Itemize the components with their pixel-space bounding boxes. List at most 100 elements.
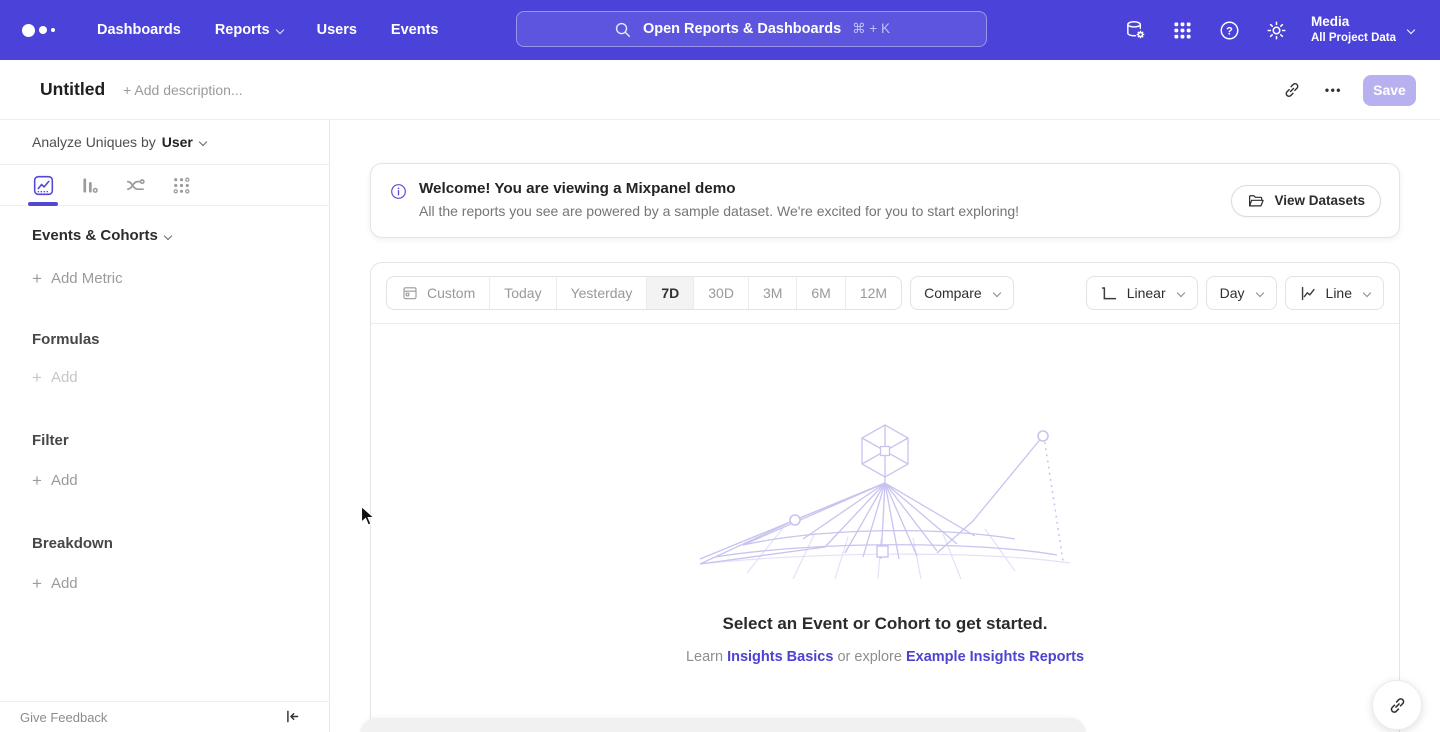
data-management-icon[interactable] (1124, 18, 1148, 42)
plus-icon: + (32, 272, 42, 286)
link-icon (1282, 80, 1302, 100)
more-options-button[interactable]: ••• (1325, 83, 1342, 97)
chevron-down-icon (164, 231, 172, 239)
date-range-custom[interactable]: Custom (387, 277, 489, 309)
save-button[interactable]: Save (1363, 75, 1416, 106)
example-reports-link[interactable]: Example Insights Reports (906, 649, 1084, 665)
add-metric-button[interactable]: + Add Metric (0, 270, 329, 287)
top-nav-right: ? Media All Project Data (1101, 0, 1440, 60)
breakdown-heading: Breakdown (0, 535, 329, 552)
project-name: Media (1311, 14, 1396, 31)
nav-item-events[interactable]: Events (374, 0, 456, 60)
line-chart-icon (1299, 284, 1318, 303)
tab-bar-chart[interactable] (66, 165, 112, 205)
add-metric-label: Add Metric (51, 270, 123, 287)
line-chart-icon (33, 175, 54, 196)
sidebar-footer: Give Feedback (0, 701, 329, 732)
report-panel: Custom Today Yesterday 7D 30D 3M 6M 12M … (370, 262, 1400, 732)
mixpanel-logo-icon[interactable] (22, 24, 58, 37)
banner-subtitle: All the reports you see are powered by a… (419, 203, 1019, 219)
copy-link-button[interactable] (1282, 79, 1304, 101)
settings-gear-icon[interactable] (1265, 18, 1289, 42)
empty-state-subtitle: Learn Insights Basics or explore Example… (371, 649, 1399, 665)
compare-dropdown[interactable]: Compare (910, 276, 1014, 310)
events-cohorts-section[interactable]: Events & Cohorts (0, 227, 329, 244)
compare-label: Compare (924, 285, 982, 301)
svg-text:?: ? (1226, 25, 1233, 37)
share-link-floating-button[interactable] (1372, 680, 1422, 730)
bottom-panel-edge (360, 718, 1086, 732)
primary-nav: Dashboards Reports Users Events (80, 0, 455, 60)
nav-item-label: Users (317, 22, 357, 38)
analyze-uniques-label: Analyze Uniques by (32, 134, 156, 150)
chevron-down-icon (1363, 289, 1371, 297)
insights-basics-link[interactable]: Insights Basics (727, 649, 833, 665)
report-header: Untitled + Add description... ••• Save (0, 60, 1440, 120)
nav-item-label: Reports (215, 22, 270, 38)
help-icon[interactable]: ? (1218, 18, 1242, 42)
add-filter-button[interactable]: + Add (0, 472, 329, 489)
date-range-label: 3M (763, 285, 782, 301)
middle-text: or explore (833, 649, 906, 665)
date-range-6m[interactable]: 6M (796, 277, 844, 309)
scale-dropdown[interactable]: Linear (1086, 276, 1198, 310)
project-selector[interactable]: Media All Project Data (1311, 14, 1414, 45)
date-range-today[interactable]: Today (489, 277, 555, 309)
date-range-label: 6M (811, 285, 830, 301)
plus-icon: + (32, 577, 42, 591)
global-search[interactable]: Open Reports & Dashboards ⌘ + K (516, 11, 987, 47)
date-range-label: Today (504, 285, 541, 301)
tab-metrics-dots[interactable] (158, 165, 204, 205)
interval-dropdown[interactable]: Day (1206, 276, 1277, 310)
date-range-label: 7D (661, 285, 679, 301)
empty-state-title: Select an Event or Cohort to get started… (371, 614, 1399, 634)
learn-prefix: Learn (686, 649, 727, 665)
query-builder-sidebar: Analyze Uniques by User (0, 120, 330, 732)
tab-flow-chart[interactable] (112, 165, 158, 205)
date-range-label: Yesterday (571, 285, 633, 301)
date-range-control: Custom Today Yesterday 7D 30D 3M 6M 12M (386, 276, 902, 310)
chevron-down-icon (1407, 26, 1415, 34)
chevron-down-icon (992, 289, 1000, 297)
flow-icon (125, 175, 146, 196)
give-feedback-link[interactable]: Give Feedback (20, 710, 107, 725)
report-title[interactable]: Untitled (40, 79, 105, 100)
date-range-12m[interactable]: 12M (845, 277, 901, 309)
date-range-yesterday[interactable]: Yesterday (556, 277, 647, 309)
date-range-label: Custom (427, 285, 475, 301)
project-scope: All Project Data (1311, 31, 1396, 45)
plus-icon: + (32, 371, 42, 385)
analyze-by-value: User (162, 134, 193, 150)
empty-state-illustration (685, 421, 1085, 583)
add-description-field[interactable]: + Add description... (123, 82, 242, 98)
info-icon (389, 182, 408, 201)
folder-icon (1247, 192, 1265, 210)
view-datasets-button[interactable]: View Datasets (1231, 185, 1381, 217)
tab-insights-line[interactable] (20, 165, 66, 205)
analyze-by-dropdown[interactable]: User (162, 134, 206, 150)
welcome-banner: Welcome! You are viewing a Mixpanel demo… (370, 163, 1400, 238)
formulas-heading: Formulas (0, 331, 329, 348)
link-icon (1387, 695, 1408, 716)
chevron-down-icon (275, 26, 283, 34)
interval-label: Day (1220, 285, 1245, 301)
view-datasets-label: View Datasets (1274, 193, 1365, 208)
nav-item-dashboards[interactable]: Dashboards (80, 0, 198, 60)
add-formula-button[interactable]: + Add (0, 369, 329, 386)
nav-item-users[interactable]: Users (300, 0, 374, 60)
date-range-7d[interactable]: 7D (646, 277, 693, 309)
date-range-30d[interactable]: 30D (693, 277, 748, 309)
chart-type-dropdown[interactable]: Line (1285, 276, 1384, 310)
apps-grid-icon[interactable] (1171, 18, 1195, 42)
add-breakdown-button[interactable]: + Add (0, 575, 329, 592)
plus-icon: + (32, 474, 42, 488)
add-formula-label: Add (51, 369, 78, 386)
collapse-sidebar-button[interactable] (284, 708, 302, 726)
scale-label: Linear (1127, 285, 1166, 301)
chevron-down-icon (1255, 289, 1263, 297)
chart-controls: Custom Today Yesterday 7D 30D 3M 6M 12M … (371, 263, 1399, 324)
search-icon (613, 20, 632, 39)
date-range-3m[interactable]: 3M (748, 277, 796, 309)
top-nav: Dashboards Reports Users Events Open Rep… (0, 0, 1440, 60)
nav-item-reports[interactable]: Reports (198, 0, 300, 60)
